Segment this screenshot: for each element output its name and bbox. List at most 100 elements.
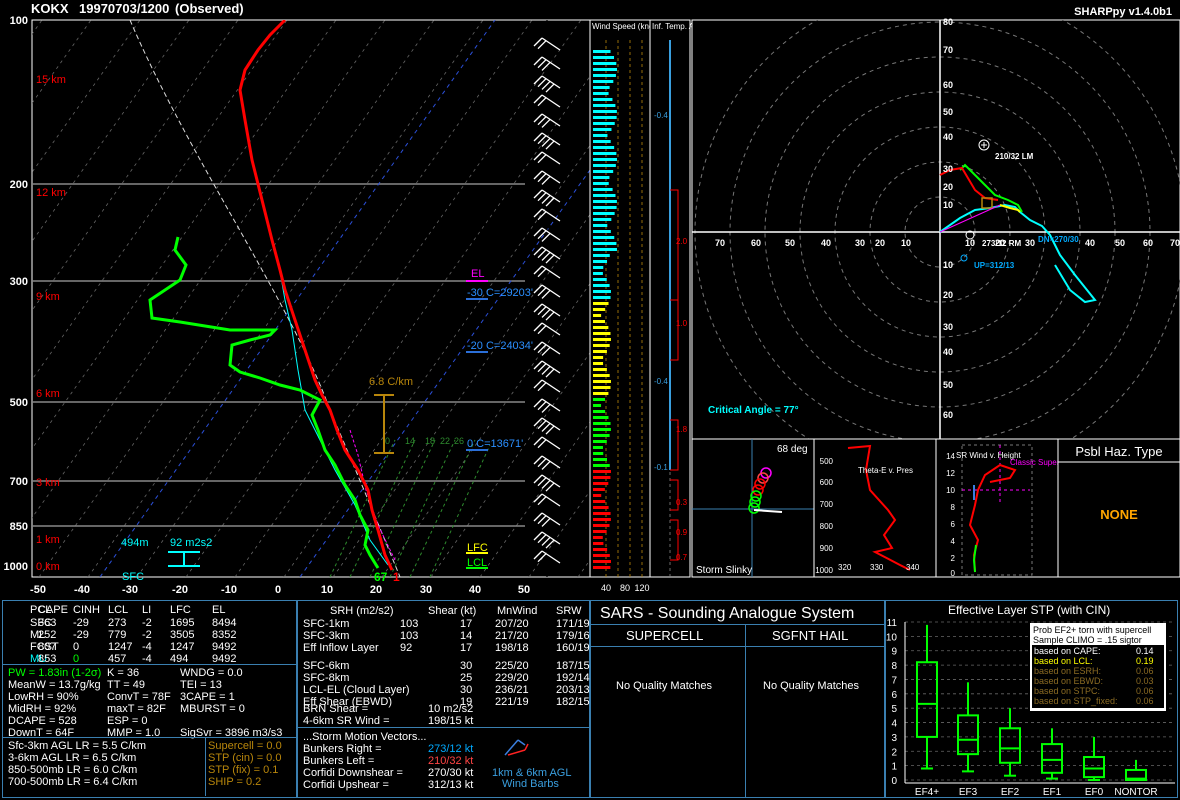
parcel-cell: 779 xyxy=(108,629,127,641)
temp-adv-red: 2.0 xyxy=(676,237,688,246)
kinematics-cell: 179/16 xyxy=(556,630,590,642)
pressure-label: 500 xyxy=(10,397,28,409)
isotherm-height-label: -30 C=29203' xyxy=(467,287,533,299)
hodo-y-label: 70 xyxy=(943,45,953,55)
wind-speed-bar xyxy=(593,404,602,407)
parcel-cell: -4 xyxy=(142,641,152,653)
wind-speed-bar xyxy=(593,380,611,383)
wind-speed-bar xyxy=(593,218,612,221)
kinematics-cell: Eff Inflow Layer xyxy=(303,642,379,654)
height-label: 1 km xyxy=(36,534,60,546)
parcel-header: EL xyxy=(212,604,226,616)
hodo-y-label: 20 xyxy=(943,182,953,192)
hodo-x-label: 20 xyxy=(875,238,885,248)
kinematics-cell: 171/19 xyxy=(556,618,590,630)
parcel-cell: 807 xyxy=(38,641,57,653)
wind-speed-bar xyxy=(593,164,616,167)
sounding-time: 19970703/1200 xyxy=(79,1,170,16)
thetae-x-tick: 330 xyxy=(870,563,884,572)
wind-speed-bar xyxy=(593,362,604,365)
wind-speed-bar xyxy=(593,80,614,83)
wind-speed-bar xyxy=(593,326,609,329)
sr-wind-label: 4-6km SR Wind = xyxy=(303,715,390,727)
wind-speed-bar xyxy=(593,374,610,377)
wind-speed-bar xyxy=(593,446,603,449)
surface-temp-label: 67 xyxy=(374,570,388,584)
parcel-cell: 1695 xyxy=(170,617,195,629)
srwind-y-tick: 8 xyxy=(951,503,956,512)
wind-speed-bar xyxy=(593,524,610,527)
index-value: TEI = 13 xyxy=(180,679,222,691)
parcel-cell: 252 xyxy=(38,629,57,641)
hodo-y-label: 20 xyxy=(943,290,953,300)
prob-row-label: based on STPC: xyxy=(1034,686,1101,696)
prob-row-value: 0.06 xyxy=(1136,666,1154,676)
lcl-label: LCL xyxy=(467,557,487,569)
parcel-cell: 3505 xyxy=(170,629,195,641)
wind-speed-bar xyxy=(593,392,609,395)
hazard-title: Psbl Haz. Type xyxy=(1075,444,1162,459)
wind-speed-bar xyxy=(593,458,608,461)
thetae-x-tick: 340 xyxy=(906,563,920,572)
wind-speed-bar xyxy=(593,500,606,503)
wind-speed-bar xyxy=(593,308,606,311)
prob-row-value: 0.19 xyxy=(1136,656,1154,666)
prob-row-label: based on STP_fixed: xyxy=(1034,696,1118,706)
pressure-axis: 100 200 300 500 700 850 1000 xyxy=(4,15,28,573)
thetae-panel: Theta-E v. Pres 500 600 700 800 900 1000… xyxy=(813,438,937,578)
wind-speed-bar xyxy=(593,302,609,305)
pressure-label: 1000 xyxy=(4,561,28,573)
parcel-cell: 0 xyxy=(73,641,80,653)
hodo-y-label: 40 xyxy=(943,132,953,142)
storm-motion-label: Bunkers Left = xyxy=(303,755,375,767)
hodo-y-label: 50 xyxy=(943,107,953,117)
hodo-x-label: 60 xyxy=(751,238,761,248)
sars-supercell-heading: SUPERCELL xyxy=(626,628,704,643)
temp-tick: 10 xyxy=(321,584,333,596)
composite-index: STP (cin) = 0.0 xyxy=(208,752,282,764)
wind-speed-bar xyxy=(593,344,610,347)
lapse-rate-value: 850-500mb LR = 6.0 C/km xyxy=(8,764,138,776)
storm-motion-value: 270/30 kt xyxy=(428,767,474,779)
wind-speed-bar xyxy=(593,518,611,521)
parcel-cell: 8494 xyxy=(212,617,237,629)
wind-speed-bar xyxy=(593,416,609,419)
temperature-axis: -50 -40 -30 -20 -10 0 10 20 30 40 50 xyxy=(30,584,530,596)
kinematics-cell: LCL-EL (Cloud Layer) xyxy=(303,684,410,696)
temp-adv-red: 0.9 xyxy=(676,528,688,537)
wind-speed-bar xyxy=(593,110,617,113)
wind-speed-bar xyxy=(593,122,615,125)
parcel-cell: 9492 xyxy=(212,641,237,653)
sr-wind-panel: SR Wind v. Height Classic Supercell 14 1… xyxy=(935,438,1072,578)
kinematics-cell: SFC-1km xyxy=(303,618,350,630)
temp-adv-red: 1.0 xyxy=(676,319,688,328)
wind-speed-bar xyxy=(593,560,611,563)
composite-index: STP (fix) = 0.1 xyxy=(208,764,279,776)
wind-speed-bar xyxy=(593,266,604,269)
mixing-ratio-label: 0 xyxy=(385,436,390,446)
sars-hail-heading: SGFNT HAIL xyxy=(772,628,849,643)
wind-speed-bar xyxy=(593,554,610,557)
mixing-ratio-label: 18 xyxy=(425,436,435,446)
wind-speed-bar xyxy=(593,314,602,317)
storm-motion-label: Corfidi Downshear = xyxy=(303,767,403,779)
index-value: MeanW = 13.7g/kg xyxy=(8,679,101,691)
wind-speed-bar xyxy=(593,566,611,569)
index-value: DCAPE = 528 xyxy=(8,715,77,727)
kinematics-cell: 192/14 xyxy=(556,672,590,684)
srwind-y-tick: 2 xyxy=(951,554,956,563)
wind-speed-bar xyxy=(593,176,610,179)
wind-speed-bar xyxy=(593,428,611,431)
height-label: 12 km xyxy=(36,187,66,199)
temp-adv-red: 1.8 xyxy=(676,425,688,434)
parcel-header: CINH xyxy=(73,604,100,616)
temp-tick: 30 xyxy=(420,584,432,596)
temp-tick: -20 xyxy=(172,584,188,596)
thetae-title: Theta-E v. Pres xyxy=(858,466,913,475)
isotherm-height-label: -20 C=24034' xyxy=(467,340,533,352)
kinematics-cell: 182/15 xyxy=(556,696,590,708)
wind-speed-bar xyxy=(593,278,607,281)
pressure-label: 200 xyxy=(10,179,28,191)
kinematics-header: MnWind xyxy=(497,605,538,617)
prob-row-label: based on CAPE: xyxy=(1034,646,1101,656)
